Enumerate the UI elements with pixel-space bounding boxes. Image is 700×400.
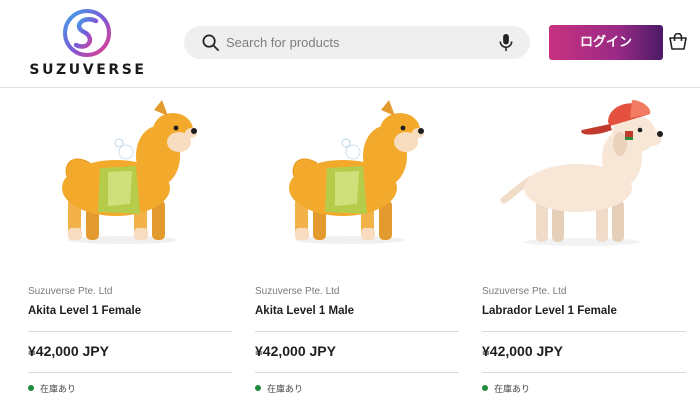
product-price: ¥42,000 JPY: [482, 343, 563, 359]
divider: [482, 372, 686, 373]
vendor-name: Suzuverse Pte. Ltd: [482, 286, 567, 297]
divider: [482, 331, 686, 332]
product-title[interactable]: Labrador Level 1 Female: [482, 305, 617, 317]
store-logo[interactable]: SUZUVERSE: [28, 8, 148, 80]
in-stock-dot-icon: [28, 385, 34, 391]
divider: [28, 331, 232, 332]
product-card[interactable]: Suzuverse Pte. Ltd Akita Level 1 Female …: [28, 88, 232, 400]
product-title[interactable]: Akita Level 1 Female: [28, 305, 141, 317]
stock-status: 在庫あり: [40, 385, 77, 395]
logo-mark-icon: [63, 9, 111, 57]
akita-dog-image[interactable]: [255, 88, 459, 256]
divider: [255, 372, 459, 373]
search-input[interactable]: [226, 26, 486, 59]
divider: [28, 372, 232, 373]
logo-wordmark: SUZUVERSE: [29, 62, 147, 78]
cart-icon[interactable]: [668, 33, 688, 53]
product-price: ¥42,000 JPY: [255, 343, 336, 359]
product-price: ¥42,000 JPY: [28, 343, 109, 359]
in-stock-dot-icon: [255, 385, 261, 391]
product-card[interactable]: Suzuverse Pte. Ltd Akita Level 1 Male ¥4…: [255, 88, 459, 400]
product-title[interactable]: Akita Level 1 Male: [255, 305, 354, 317]
vendor-name: Suzuverse Pte. Ltd: [28, 286, 113, 297]
in-stock-dot-icon: [482, 385, 488, 391]
akita-dog-image[interactable]: [28, 88, 232, 256]
vendor-name: Suzuverse Pte. Ltd: [255, 286, 340, 297]
product-card[interactable]: Suzuverse Pte. Ltd Labrador Level 1 Fema…: [482, 88, 686, 400]
microphone-icon[interactable]: [497, 33, 515, 52]
site-header: SUZUVERSE ログイン: [0, 0, 700, 88]
search-icon[interactable]: [201, 33, 220, 52]
divider: [255, 331, 459, 332]
labrador-dog-image[interactable]: [482, 88, 686, 256]
stock-status: 在庫あり: [267, 385, 304, 395]
login-button[interactable]: ログイン: [549, 25, 663, 60]
search-bar[interactable]: [184, 26, 530, 59]
stock-status: 在庫あり: [494, 385, 531, 395]
